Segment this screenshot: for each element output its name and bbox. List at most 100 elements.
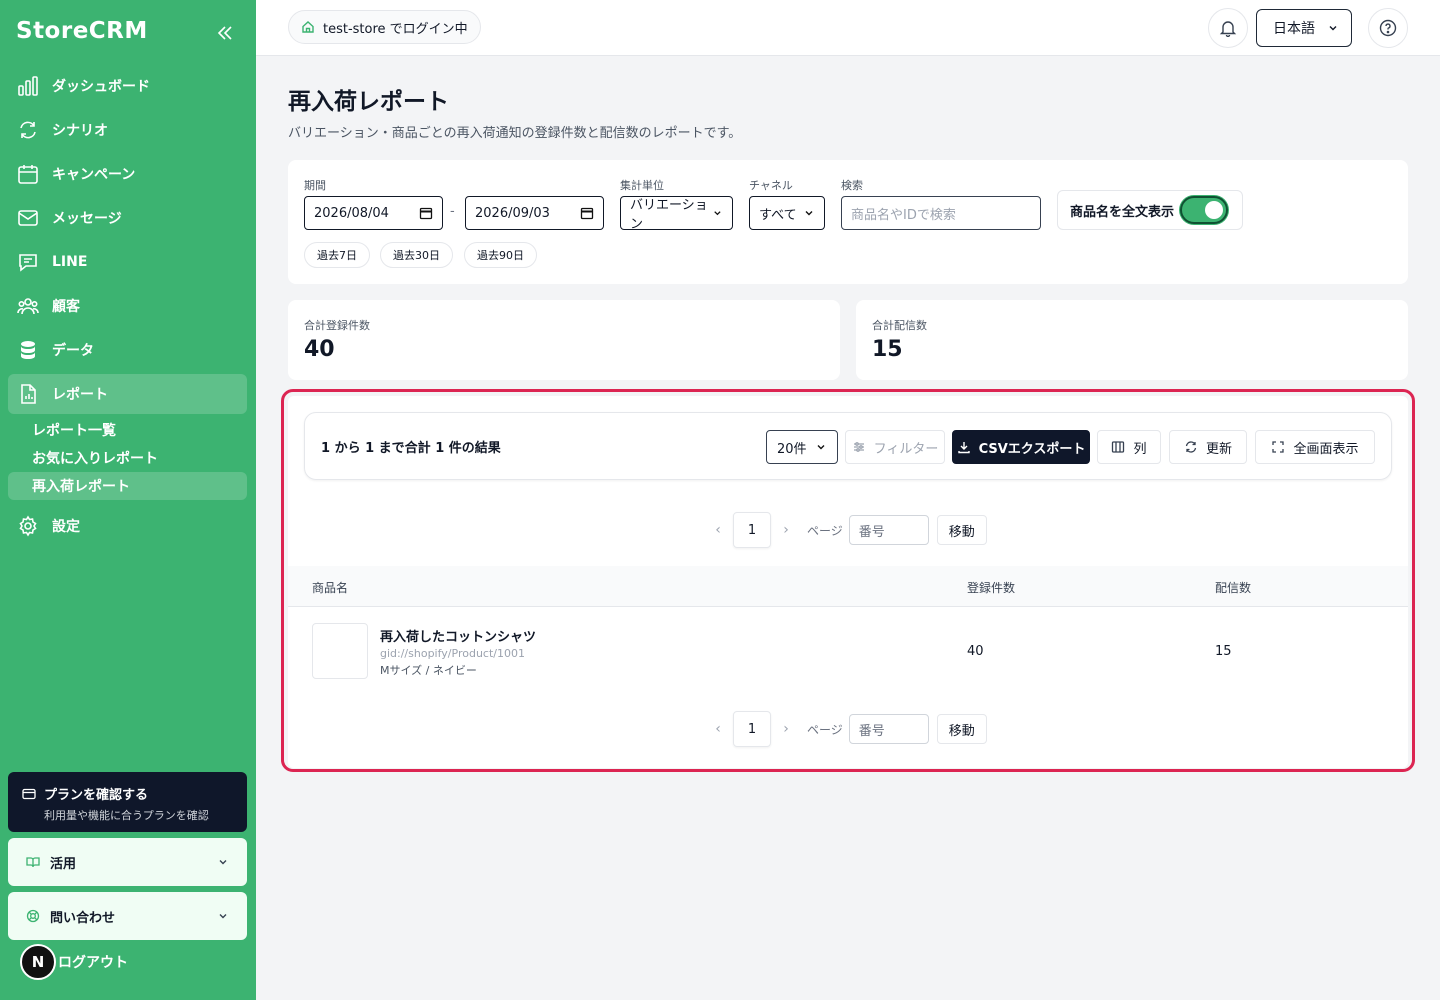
search-input[interactable]: 商品名やIDで検索 [841,196,1041,230]
sidebar-item-line[interactable]: LINE [8,242,247,282]
sidebar-item-data[interactable]: データ [8,330,247,370]
bell-icon [1219,21,1237,37]
channel-value: すべて [759,207,797,223]
stat-total-registrations: 合計登録件数 40 [288,300,840,380]
repeat-icon [16,118,40,142]
sidebar: StoreCRM ダッシュボード シナリオ キャンペーン メッセージ LINE … [0,0,256,1000]
chevron-down-icon [1329,26,1337,31]
unit-value: バリエーション [630,198,708,232]
sidebar-subitem-favorite-reports[interactable]: お気に入りレポート [8,444,247,472]
page-description: バリエーション・商品ごとの再入荷通知の登録件数と配信数のレポートです。 [288,126,742,141]
stat-value: 15 [872,337,903,362]
fulltext-toggle-label: 商品名を全文表示 [1070,204,1175,220]
sidebar-item-customers[interactable]: 顧客 [8,286,247,326]
date-from-input[interactable]: 2026/08/04 [304,196,443,230]
accordion-usage-text: 活用 [50,856,77,872]
toggle-knob [1205,201,1224,219]
help-button[interactable] [1368,8,1408,48]
credit-card-icon [22,788,36,799]
chevron-down-icon [714,211,721,216]
calendar-icon [16,162,40,186]
date-separator: - [450,204,455,219]
store-indicator[interactable]: test-store でログイン中 [288,10,481,44]
language-select[interactable]: 日本語 [1256,9,1352,47]
topbar: test-store でログイン中 日本語 [256,0,1440,56]
avatar: N [20,944,56,980]
lifebuoy-icon [26,909,40,923]
accordion-contact-label: 問い合わせ [26,907,217,926]
sidebar-item-campaign[interactable]: キャンペーン [8,154,247,194]
sidebar-subitem-restock-report[interactable]: 再入荷レポート [8,472,247,500]
sidebar-item-settings[interactable]: 設定 [8,506,247,546]
sidebar-item-reports[interactable]: レポート [8,374,247,414]
sidebar-item-label: ダッシュボード [52,79,150,95]
logout-label: ログアウト [58,955,128,971]
accordion-contact[interactable]: 問い合わせ [8,892,247,940]
sidebar-item-label: メッセージ [52,211,122,227]
date-to-value: 2026/09/03 [475,205,550,221]
plan-subtitle: 利用量や機能に合うプランを確認 [44,809,209,822]
unit-label: 集計単位 [620,179,664,192]
mail-icon [16,206,40,230]
sidebar-item-label: 設定 [52,519,80,535]
stat-total-deliveries: 合計配信数 15 [856,300,1408,380]
date-from-value: 2026/08/04 [314,205,389,221]
home-icon [302,21,314,33]
chevron-down-icon [219,914,227,919]
plan-card[interactable]: プランを確認する 利用量や機能に合うプランを確認 [8,772,247,832]
bar-chart-icon [16,74,40,98]
plan-card-title: プランを確認する [22,784,233,803]
help-icon [1379,19,1397,37]
channel-select[interactable]: すべて [749,196,825,230]
reports-subnav: レポート一覧 お気に入りレポート 再入荷レポート [8,416,247,500]
sidebar-item-label: データ [52,343,94,359]
sidebar-item-dashboard[interactable]: ダッシュボード [8,66,247,106]
search-placeholder: 商品名やIDで検索 [851,207,956,223]
stat-label: 合計登録件数 [304,319,370,332]
report-icon [16,382,40,406]
language-label: 日本語 [1273,21,1315,37]
date-to-input[interactable]: 2026/09/03 [465,196,604,230]
sidebar-item-label: LINE [52,254,88,270]
period-label: 期間 [304,179,326,192]
quick-range-30d[interactable]: 過去30日 [380,242,453,268]
gear-icon [16,514,40,538]
filters-panel: 期間 2026/08/04 - 2026/09/03 集計単位 バリエーション … [288,160,1408,284]
chat-icon [16,250,40,274]
chevron-down-icon [805,211,813,216]
channel-label: チャネル [749,179,793,192]
page-title: 再入荷レポート [288,89,449,115]
logout-button[interactable]: N ログアウト [20,944,128,980]
stat-value: 40 [304,337,335,362]
sidebar-subitem-report-list[interactable]: レポート一覧 [8,416,247,444]
store-label: test-store でログイン中 [323,21,468,37]
calendar-icon [580,207,594,220]
sidebar-item-message[interactable]: メッセージ [8,198,247,238]
fulltext-toggle-switch[interactable] [1180,196,1229,224]
accordion-contact-text: 問い合わせ [50,910,116,926]
database-icon [16,338,40,362]
notifications-button[interactable] [1208,8,1248,48]
sidebar-item-scenario[interactable]: シナリオ [8,110,247,150]
calendar-icon [419,207,433,220]
sidebar-nav: ダッシュボード シナリオ キャンペーン メッセージ LINE 顧客 データ レポ… [8,66,247,550]
collapse-sidebar-icon[interactable] [214,22,236,44]
stat-label: 合計配信数 [872,319,927,332]
users-icon [16,294,40,318]
plan-title-text: プランを確認する [44,788,149,803]
sidebar-item-label: レポート [52,387,108,403]
accordion-usage[interactable]: 活用 [8,838,247,886]
sidebar-item-label: キャンペーン [52,167,136,183]
accordion-usage-label: 活用 [26,853,217,872]
fulltext-toggle-box: 商品名を全文表示 [1057,190,1243,230]
brand-logo[interactable]: StoreCRM [16,18,148,44]
highlight-frame [281,389,1415,772]
unit-select[interactable]: バリエーション [620,196,733,232]
quick-range-90d[interactable]: 過去90日 [464,242,537,268]
chevron-down-icon [219,860,227,865]
quick-range-7d[interactable]: 過去7日 [304,242,370,268]
book-icon [26,857,40,868]
search-label: 検索 [841,179,863,192]
sidebar-item-label: 顧客 [52,299,80,315]
sidebar-item-label: シナリオ [52,123,108,139]
